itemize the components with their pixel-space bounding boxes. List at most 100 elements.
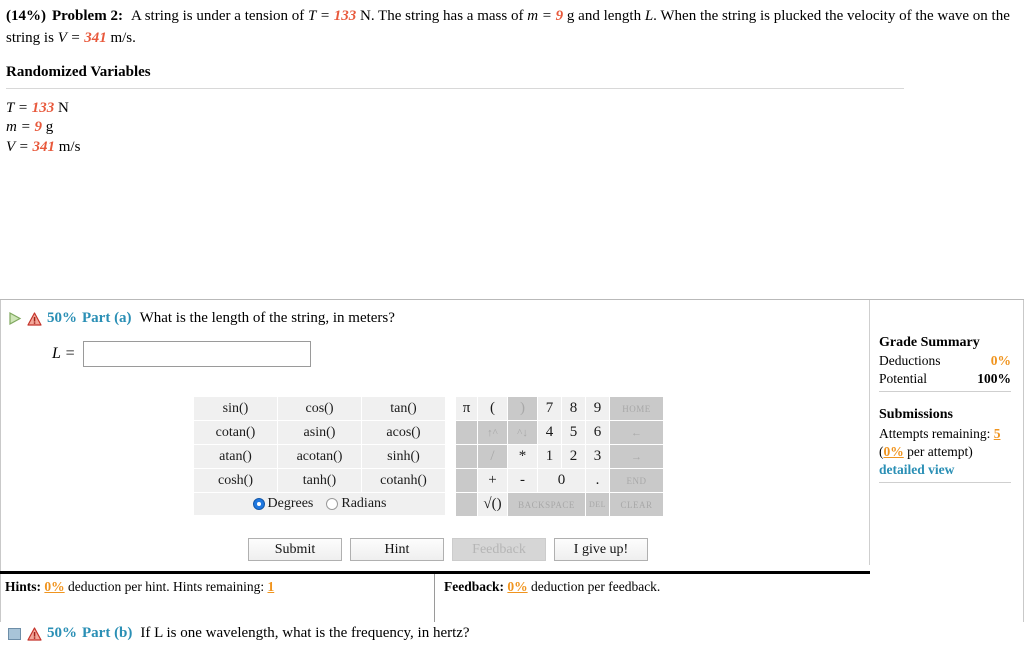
submit-button[interactable]: Submit bbox=[248, 538, 342, 561]
key-power-down: ^↓ bbox=[507, 420, 538, 445]
randomized-symbol: m = bbox=[6, 119, 35, 136]
part-a-question: What is the length of the string, in met… bbox=[139, 310, 395, 326]
key-7[interactable]: 7 bbox=[537, 396, 562, 421]
problem-value-T: 133 bbox=[333, 8, 357, 24]
numeric-keypad-row: / * 1 2 3 → bbox=[455, 444, 664, 469]
randomized-unit: m/s bbox=[55, 139, 81, 156]
function-keypad: sin() cos() tan() cotan() asin() acos() … bbox=[193, 396, 446, 516]
problem-text-2: N. The string has a mass of bbox=[356, 8, 528, 24]
numeric-keypad-row: π ( ) 7 8 9 HOME bbox=[455, 396, 664, 421]
key-minus[interactable]: - bbox=[507, 468, 538, 493]
angle-mode-cell: Degrees Radians bbox=[193, 492, 446, 516]
problem-text-3: g and length bbox=[563, 8, 645, 24]
randomized-row: V = 341 m/s bbox=[6, 138, 1014, 158]
answer-input[interactable] bbox=[83, 341, 312, 367]
randomized-unit: N bbox=[54, 99, 69, 116]
key-9[interactable]: 9 bbox=[585, 396, 610, 421]
key-plus[interactable]: + bbox=[477, 468, 508, 493]
function-key-acos[interactable]: acos() bbox=[361, 420, 446, 445]
per-attempt-text: per attempt) bbox=[903, 444, 973, 460]
randomized-value: 133 bbox=[31, 99, 55, 116]
submissions-block: Submissions Attempts remaining: 5 (0% pe… bbox=[879, 406, 1011, 484]
key-arrow-left: ← bbox=[609, 420, 664, 445]
function-key-cotanh[interactable]: cotanh() bbox=[361, 468, 446, 493]
function-key-asin[interactable]: asin() bbox=[277, 420, 362, 445]
key-decimal[interactable]: . bbox=[585, 468, 610, 493]
function-key-acotan[interactable]: acotan() bbox=[277, 444, 362, 469]
answer-symbol-label: L = bbox=[52, 345, 76, 362]
hint-button[interactable]: Hint bbox=[350, 538, 444, 561]
potential-label: Potential bbox=[879, 370, 927, 386]
problem-percent: (14%) bbox=[6, 8, 46, 24]
feedback-button: Feedback bbox=[452, 538, 546, 561]
key-0[interactable]: 0 bbox=[537, 468, 586, 493]
collapsed-square-icon[interactable] bbox=[8, 627, 21, 640]
key-sqrt[interactable]: √() bbox=[477, 492, 508, 517]
hints-text: deduction per hint. Hints remaining: bbox=[68, 579, 265, 594]
function-key-sinh[interactable]: sinh() bbox=[361, 444, 446, 469]
randomized-row: m = 9 g bbox=[6, 118, 1014, 138]
function-key-cos[interactable]: cos() bbox=[277, 396, 362, 421]
play-triangle-icon[interactable] bbox=[8, 311, 22, 326]
problem-symbol-m: m = bbox=[527, 8, 556, 24]
key-pi[interactable]: π bbox=[455, 396, 478, 421]
key-3[interactable]: 3 bbox=[585, 444, 610, 469]
hints-label: Hints: bbox=[5, 579, 42, 594]
function-key-tanh[interactable]: tanh() bbox=[277, 468, 362, 493]
attempts-label: Attempts remaining: bbox=[879, 426, 991, 442]
deductions-row: Deductions 0% bbox=[879, 352, 1011, 370]
attempts-value: 5 bbox=[993, 426, 1001, 442]
function-keypad-row: cotan() asin() acos() bbox=[193, 420, 446, 445]
grade-summary-rule bbox=[879, 391, 1011, 393]
numeric-keypad-row: + - 0 . END bbox=[455, 468, 664, 493]
submissions-rule bbox=[879, 482, 1011, 484]
radio-degrees[interactable] bbox=[252, 498, 265, 510]
key-paren-close: ) bbox=[507, 396, 538, 421]
key-arrow-right: → bbox=[609, 444, 664, 469]
key-4[interactable]: 4 bbox=[537, 420, 562, 445]
label-radians: Radians bbox=[341, 496, 387, 511]
potential-row: Potential 100% bbox=[879, 370, 1011, 388]
key-paren-open[interactable]: ( bbox=[477, 396, 508, 421]
key-6[interactable]: 6 bbox=[585, 420, 610, 445]
key-2[interactable]: 2 bbox=[561, 444, 586, 469]
function-key-tan[interactable]: tan() bbox=[361, 396, 446, 421]
key-blank bbox=[455, 420, 478, 445]
key-8[interactable]: 8 bbox=[561, 396, 586, 421]
key-clear: CLEAR bbox=[609, 492, 664, 517]
key-power-up: ↑^ bbox=[477, 420, 508, 445]
function-key-atan[interactable]: atan() bbox=[193, 444, 278, 469]
hints-remaining-value: 1 bbox=[267, 579, 275, 594]
function-key-cosh[interactable]: cosh() bbox=[193, 468, 278, 493]
part-a-weight: 50% bbox=[47, 310, 77, 326]
deductions-value: 0% bbox=[990, 353, 1011, 369]
key-1[interactable]: 1 bbox=[537, 444, 562, 469]
function-key-cotan[interactable]: cotan() bbox=[193, 420, 278, 445]
key-del: DEL bbox=[585, 492, 610, 517]
submissions-title: Submissions bbox=[879, 407, 953, 423]
part-b-header[interactable]: 50% Part (b) If L is one wavelength, wha… bbox=[0, 625, 470, 642]
key-5[interactable]: 5 bbox=[561, 420, 586, 445]
key-blank bbox=[455, 444, 478, 469]
calculator-keypad: sin() cos() tan() cotan() asin() acos() … bbox=[193, 396, 664, 517]
randomized-symbol: T = bbox=[6, 99, 32, 116]
function-key-sin[interactable]: sin() bbox=[193, 396, 278, 421]
give-up-button[interactable]: I give up! bbox=[554, 538, 648, 561]
radio-radians[interactable] bbox=[326, 498, 339, 510]
warning-triangle-icon bbox=[27, 311, 42, 326]
key-multiply[interactable]: * bbox=[507, 444, 538, 469]
section-divider bbox=[0, 299, 1024, 300]
part-a-label: Part (a) bbox=[82, 310, 132, 326]
per-attempt-value: 0% bbox=[883, 444, 904, 460]
problem-text-1: A string is under a tension of bbox=[130, 8, 309, 24]
problem-symbol-V: V = bbox=[57, 29, 85, 46]
detailed-view-link[interactable]: detailed view bbox=[879, 461, 1011, 479]
label-degrees: Degrees bbox=[267, 496, 314, 511]
part-a-header[interactable]: 50% Part (a) What is the length of the s… bbox=[0, 310, 395, 327]
problem-statement: (14%) Problem 2: A string is under a tensi… bbox=[0, 0, 1024, 50]
part-b-question: If L is one wavelength, what is the freq… bbox=[140, 625, 470, 641]
key-home: HOME bbox=[609, 396, 664, 421]
numeric-keypad: π ( ) 7 8 9 HOME ↑^ ^↓ 4 5 6 ← / * 1 2 3… bbox=[455, 396, 664, 517]
part-a-answer-row: L = bbox=[52, 341, 312, 367]
randomized-symbol: V = bbox=[6, 139, 33, 156]
